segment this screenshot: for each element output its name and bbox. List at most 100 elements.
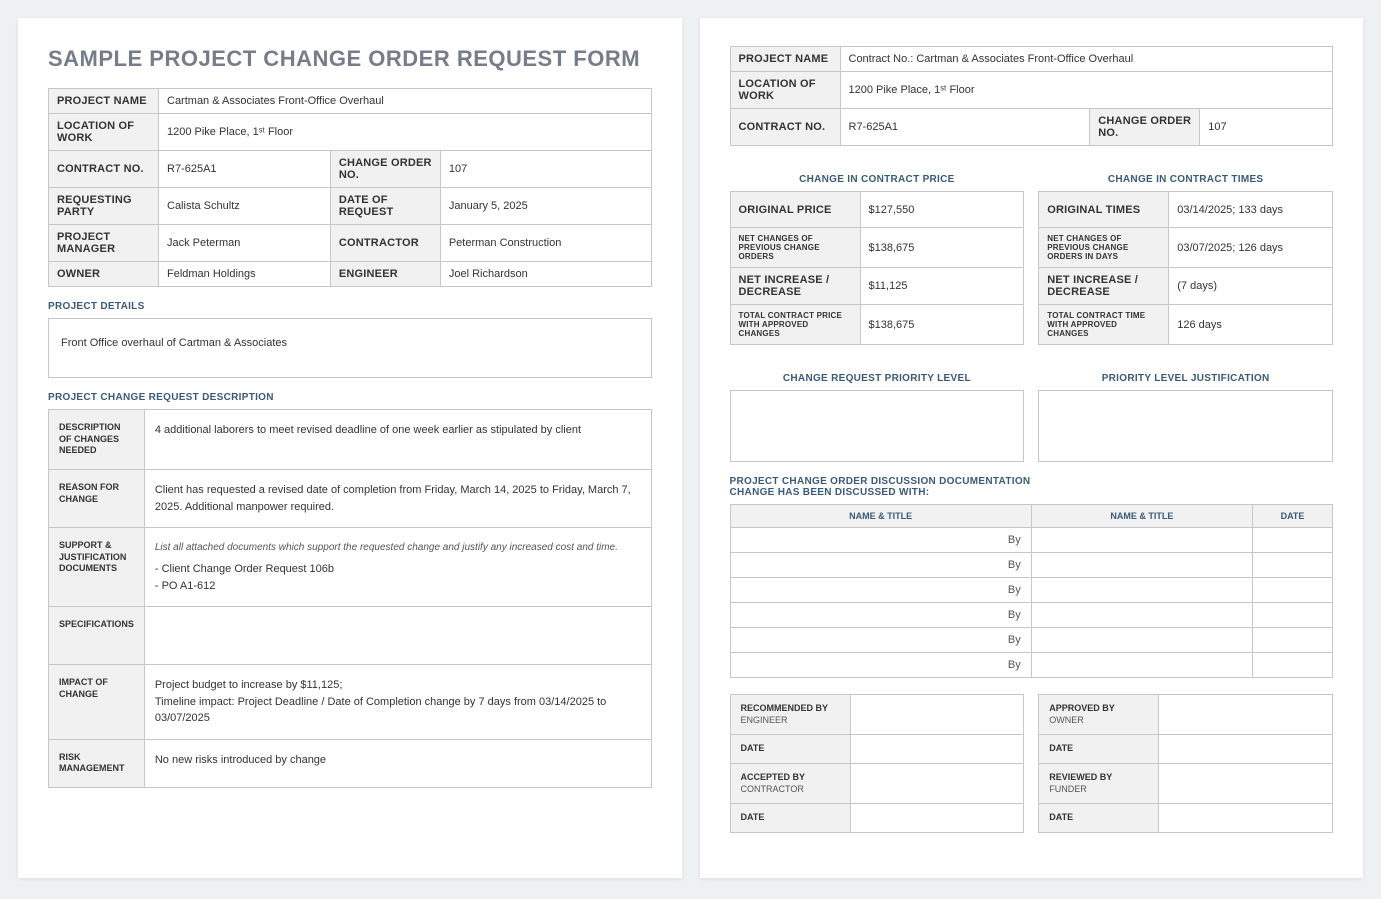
support-docs-value: List all attached documents which suppor… xyxy=(144,528,651,607)
approved-by-value xyxy=(1159,695,1333,735)
owner-label: OWNER xyxy=(49,262,159,287)
reviewed-date-value xyxy=(1159,804,1333,833)
risk-label: RISK MANAGEMENT xyxy=(49,739,145,787)
p2-project-name-label: PROJECT NAME xyxy=(730,47,840,72)
discuss-row: By xyxy=(730,553,1333,578)
orig-price-label: ORIGINAL PRICE xyxy=(730,192,860,228)
contract-no-value: R7-625A1 xyxy=(159,151,331,188)
engineer-value: Joel Richardson xyxy=(440,262,651,287)
project-details-value: Front Office overhaul of Cartman & Assoc… xyxy=(48,318,652,378)
page-1: SAMPLE PROJECT CHANGE ORDER REQUEST FORM… xyxy=(18,18,682,878)
change-request-table: DESCRIPTION OF CHANGES NEEDED 4 addition… xyxy=(48,409,652,788)
price-table: ORIGINAL PRICE$127,550 NET CHANGES OF PR… xyxy=(730,191,1025,345)
contractor-label: CONTRACTOR xyxy=(330,225,440,262)
signature-left: RECOMMENDED BYENGINEER DATE ACCEPTED BYC… xyxy=(730,694,1025,833)
change-order-no-label: CHANGE ORDER NO. xyxy=(330,151,440,188)
discuss-row: By xyxy=(730,578,1333,603)
changes-needed-value: 4 additional laborers to meet revised de… xyxy=(144,410,651,470)
engineer-label: ENGINEER xyxy=(330,262,440,287)
recommended-date-label: DATE xyxy=(730,735,850,764)
specifications-value xyxy=(144,607,651,665)
netinc-time-value: (7 days) xyxy=(1169,268,1333,305)
total-time-value: 126 days xyxy=(1169,305,1333,345)
reason-value: Client has requested a revised date of c… xyxy=(144,470,651,528)
reviewed-by-value xyxy=(1159,764,1333,804)
priority-justification-label: PRIORITY LEVEL JUSTIFICATION xyxy=(1038,373,1333,384)
p2-project-name-value: Contract No.: Cartman & Associates Front… xyxy=(840,47,1333,72)
contract-no-label: CONTRACT NO. xyxy=(49,151,159,188)
project-details-label: PROJECT DETAILS xyxy=(48,301,652,312)
risk-value: No new risks introduced by change xyxy=(144,739,651,787)
netprev-price-value: $138,675 xyxy=(860,228,1024,268)
support-docs-list: - Client Change Order Request 106b - PO … xyxy=(155,563,334,592)
requesting-party-label: REQUESTING PARTY xyxy=(49,188,159,225)
p2-location-value: 1200 Pike Place, 1ˢᵗ Floor xyxy=(840,72,1333,109)
netinc-time-label: NET INCREASE / DECREASE xyxy=(1039,268,1169,305)
time-table: ORIGINAL TIMES03/14/2025; 133 days NET C… xyxy=(1038,191,1333,345)
requesting-party-value: Calista Schultz xyxy=(159,188,331,225)
discuss-col-name-2: NAME & TITLE xyxy=(1031,505,1252,528)
p2-change-order-no-label: CHANGE ORDER NO. xyxy=(1090,109,1200,146)
discuss-row: By xyxy=(730,653,1333,678)
support-docs-hint: List all attached documents which suppor… xyxy=(155,540,641,555)
form-title: SAMPLE PROJECT CHANGE ORDER REQUEST FORM xyxy=(48,46,652,72)
project-name-label: PROJECT NAME xyxy=(49,89,159,114)
project-info-table-2: PROJECT NAME Contract No.: Cartman & Ass… xyxy=(730,46,1334,146)
accepted-by-value xyxy=(850,764,1024,804)
accepted-date-value xyxy=(850,804,1024,833)
discuss-row: By xyxy=(730,628,1333,653)
change-order-no-value: 107 xyxy=(440,151,651,188)
date-of-request-value: January 5, 2025 xyxy=(440,188,651,225)
reviewed-date-label: DATE xyxy=(1039,804,1159,833)
impact-value: Project budget to increase by $11,125; T… xyxy=(144,665,651,740)
project-manager-label: PROJECT MANAGER xyxy=(49,225,159,262)
changes-needed-label: DESCRIPTION OF CHANGES NEEDED xyxy=(49,410,145,470)
location-value: 1200 Pike Place, 1ˢᵗ Floor xyxy=(159,114,652,151)
owner-value: Feldman Holdings xyxy=(159,262,331,287)
contractor-value: Peterman Construction xyxy=(440,225,651,262)
priority-level-label: CHANGE REQUEST PRIORITY LEVEL xyxy=(730,373,1025,384)
project-manager-value: Jack Peterman xyxy=(159,225,331,262)
approved-by-label: APPROVED BYOWNER xyxy=(1039,695,1159,735)
discuss-col-date: DATE xyxy=(1253,505,1333,528)
accepted-by-label: ACCEPTED BYCONTRACTOR xyxy=(730,764,850,804)
netinc-price-label: NET INCREASE / DECREASE xyxy=(730,268,860,305)
impact-label: IMPACT OF CHANGE xyxy=(49,665,145,740)
orig-time-value: 03/14/2025; 133 days xyxy=(1169,192,1333,228)
orig-time-label: ORIGINAL TIMES xyxy=(1039,192,1169,228)
total-price-value: $138,675 xyxy=(860,305,1024,345)
accepted-date-label: DATE xyxy=(730,804,850,833)
discussion-table: NAME & TITLE NAME & TITLE DATE By By By … xyxy=(730,504,1334,678)
discuss-col-name-1: NAME & TITLE xyxy=(730,505,1031,528)
discuss-row: By xyxy=(730,603,1333,628)
discuss-row: By xyxy=(730,528,1333,553)
reviewed-by-label: REVIEWED BYFUNDER xyxy=(1039,764,1159,804)
p2-contract-no-value: R7-625A1 xyxy=(840,109,1090,146)
netinc-price-value: $11,125 xyxy=(860,268,1024,305)
netprev-time-label: NET CHANGES OF PREVIOUS CHANGE ORDERS IN… xyxy=(1039,228,1169,268)
total-price-label: TOTAL CONTRACT PRICE WITH APPROVED CHANG… xyxy=(730,305,860,345)
page-2: PROJECT NAME Contract No.: Cartman & Ass… xyxy=(700,18,1364,878)
p2-contract-no-label: CONTRACT NO. xyxy=(730,109,840,146)
price-header: CHANGE IN CONTRACT PRICE xyxy=(730,174,1025,185)
location-label: LOCATION OF WORK xyxy=(49,114,159,151)
orig-price-value: $127,550 xyxy=(860,192,1024,228)
change-request-desc-label: PROJECT CHANGE REQUEST DESCRIPTION xyxy=(48,392,652,403)
approved-date-label: DATE xyxy=(1039,735,1159,764)
approved-date-value xyxy=(1159,735,1333,764)
time-header: CHANGE IN CONTRACT TIMES xyxy=(1038,174,1333,185)
discussion-label: PROJECT CHANGE ORDER DISCUSSION DOCUMENT… xyxy=(730,476,1334,498)
recommended-by-label: RECOMMENDED BYENGINEER xyxy=(730,695,850,735)
priority-level-box xyxy=(730,390,1025,462)
total-time-label: TOTAL CONTRACT TIME WITH APPROVED CHANGE… xyxy=(1039,305,1169,345)
netprev-price-label: NET CHANGES OF PREVIOUS CHANGE ORDERS xyxy=(730,228,860,268)
p2-change-order-no-value: 107 xyxy=(1200,109,1333,146)
date-of-request-label: DATE OF REQUEST xyxy=(330,188,440,225)
project-info-table: PROJECT NAME Cartman & Associates Front-… xyxy=(48,88,652,287)
signature-right: APPROVED BYOWNER DATE REVIEWED BYFUNDER … xyxy=(1038,694,1333,833)
recommended-date-value xyxy=(850,735,1024,764)
specifications-label: SPECIFICATIONS xyxy=(49,607,145,665)
priority-justification-box xyxy=(1038,390,1333,462)
p2-location-label: LOCATION OF WORK xyxy=(730,72,840,109)
reason-label: REASON FOR CHANGE xyxy=(49,470,145,528)
